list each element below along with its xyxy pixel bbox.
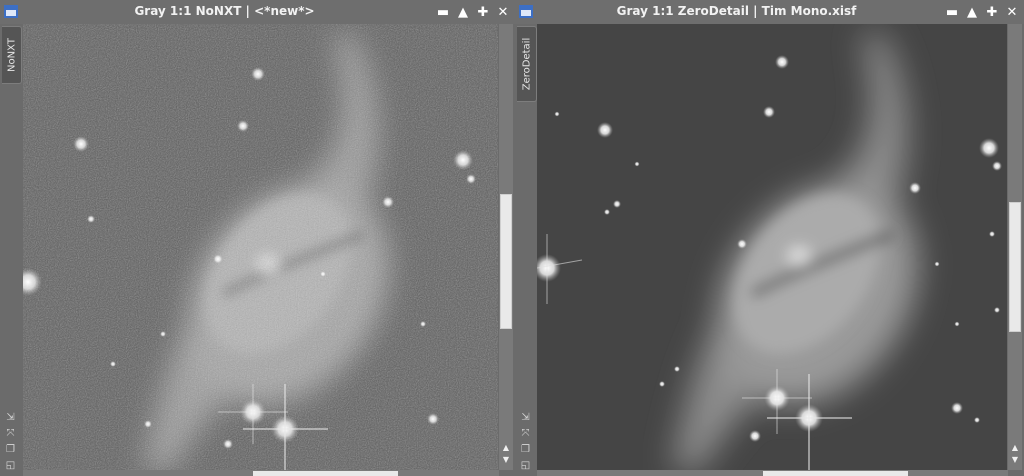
view-identifier-tab[interactable]: NoNXT	[2, 26, 22, 84]
clone-icon[interactable]: ❐	[519, 443, 532, 456]
expand-button[interactable]: ✚	[475, 4, 491, 20]
image-view[interactable]	[23, 24, 498, 470]
vertical-scroll-thumb[interactable]	[1009, 202, 1021, 332]
horizontal-scrollbar[interactable]	[537, 470, 1008, 476]
galaxy-image	[537, 24, 1007, 470]
info-icon[interactable]: ◱	[519, 459, 532, 472]
info-icon[interactable]: ◱	[4, 459, 17, 472]
window-icon[interactable]	[4, 5, 18, 18]
maximize-button[interactable]: ▲	[964, 4, 980, 20]
view-identifier-label: NoNXT	[6, 38, 17, 72]
window-title: Gray 1:1 NoNXT | <*new*>	[134, 4, 315, 18]
fit-view-icon[interactable]: ⇲	[4, 411, 17, 424]
scroll-up-button[interactable]: ▲	[499, 442, 513, 452]
horizontal-scrollbar[interactable]	[23, 470, 499, 476]
clone-icon[interactable]: ❐	[4, 443, 17, 456]
view-identifier-label: ZeroDetail	[521, 37, 532, 91]
image-window-nonxt[interactable]: Gray 1:1 NoNXT | <*new*> ▬ ▲ ✚ ✕ NoNXT ⇲…	[0, 0, 515, 476]
close-button[interactable]: ✕	[495, 4, 511, 20]
scroll-down-button[interactable]: ▼	[499, 454, 513, 464]
window-icon[interactable]	[519, 5, 533, 18]
shade-button[interactable]: ▬	[944, 4, 960, 20]
zoom-icon[interactable]: ⤧	[519, 427, 532, 440]
horizontal-scroll-thumb[interactable]	[763, 471, 908, 476]
vertical-scrollbar[interactable]: ▲ ▼	[1008, 24, 1022, 470]
image-window-zerodetail[interactable]: Gray 1:1 ZeroDetail | Tim Mono.xisf ▬ ▲ …	[515, 0, 1024, 476]
window-title: Gray 1:1 ZeroDetail | Tim Mono.xisf	[616, 4, 857, 18]
close-button[interactable]: ✕	[1004, 4, 1020, 20]
maximize-button[interactable]: ▲	[455, 4, 471, 20]
scroll-up-button[interactable]: ▲	[1008, 442, 1022, 452]
galaxy-image	[23, 24, 498, 470]
vertical-scroll-thumb[interactable]	[500, 194, 512, 329]
title-bar[interactable]: Gray 1:1 ZeroDetail | Tim Mono.xisf ▬ ▲ …	[515, 0, 1024, 24]
shade-button[interactable]: ▬	[435, 4, 451, 20]
view-identifier-tab[interactable]: ZeroDetail	[517, 26, 537, 102]
fit-view-icon[interactable]: ⇲	[519, 411, 532, 424]
expand-button[interactable]: ✚	[984, 4, 1000, 20]
scroll-down-button[interactable]: ▼	[1008, 454, 1022, 464]
horizontal-scroll-thumb[interactable]	[253, 471, 398, 476]
image-view[interactable]	[537, 24, 1007, 470]
title-bar[interactable]: Gray 1:1 NoNXT | <*new*> ▬ ▲ ✚ ✕	[0, 0, 515, 24]
zoom-icon[interactable]: ⤧	[4, 427, 17, 440]
vertical-scrollbar[interactable]: ▲ ▼	[499, 24, 513, 470]
